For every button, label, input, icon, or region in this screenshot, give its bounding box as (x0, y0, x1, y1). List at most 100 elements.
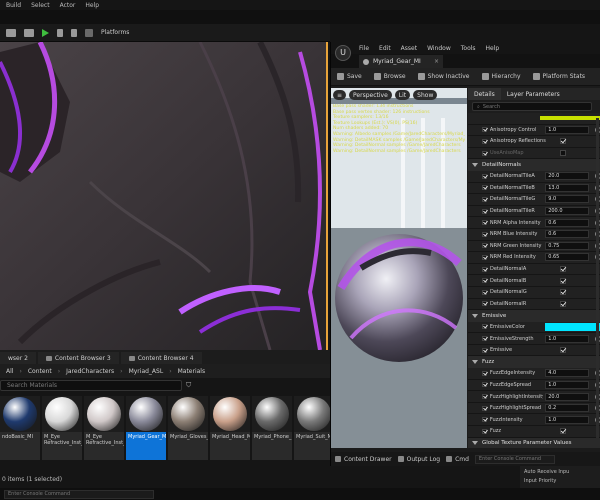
property-value-checkbox[interactable] (560, 347, 566, 354)
menu-build[interactable]: Build (6, 2, 21, 9)
preview-options-button[interactable]: ≡ (333, 90, 347, 100)
property-value-checkbox[interactable] (560, 138, 566, 145)
close-icon[interactable]: × (434, 58, 439, 65)
override-checkbox[interactable] (482, 382, 487, 388)
mat-menu-edit[interactable]: Edit (379, 45, 391, 52)
override-checkbox[interactable] (482, 428, 487, 434)
main-console-input[interactable]: Enter Console Command (4, 489, 154, 499)
property-value-checkbox[interactable] (560, 300, 566, 307)
override-checkbox[interactable] (482, 150, 487, 156)
property-value-checkbox[interactable] (560, 266, 566, 273)
property-value-input[interactable]: 200.0 (545, 207, 590, 216)
property-value-input[interactable]: 9.0 (545, 195, 590, 204)
property-value-input[interactable]: 0.2 (545, 404, 590, 413)
property-value-input[interactable]: 4.0 (545, 369, 590, 378)
override-checkbox[interactable] (482, 324, 487, 330)
property-value-input[interactable]: 20.0 (545, 392, 590, 401)
property-value-input[interactable]: 0.75 (545, 241, 590, 250)
override-checkbox[interactable] (482, 231, 487, 237)
menu-help[interactable]: Help (85, 2, 99, 9)
step-icon[interactable] (57, 28, 63, 37)
override-checkbox[interactable] (482, 289, 487, 295)
filter-icon[interactable]: ⛉ (186, 381, 191, 390)
override-checkbox[interactable] (482, 266, 487, 272)
details-search-input[interactable]: ⌕ Search (472, 102, 592, 111)
property-category[interactable]: DetailNormals (468, 159, 600, 171)
property-value-checkbox[interactable] (560, 289, 566, 296)
override-checkbox[interactable] (482, 254, 487, 260)
property-category[interactable]: Fuzz (468, 356, 600, 369)
property-value-input[interactable]: 1.0 (545, 415, 590, 424)
override-checkbox[interactable] (482, 394, 487, 400)
cmd-dropdown[interactable]: Cmd (446, 456, 469, 463)
asset-tile[interactable]: M_Eye Refractive_Inst_L (42, 396, 82, 460)
override-checkbox[interactable] (482, 347, 487, 353)
save-button[interactable]: Save (337, 73, 362, 80)
menu-select[interactable]: Select (31, 2, 50, 9)
override-checkbox[interactable] (482, 243, 487, 249)
mat-menu-help[interactable]: Help (486, 45, 500, 52)
property-value-input[interactable]: 0.65 (545, 253, 590, 262)
asset-tile[interactable]: Myriad_Head_MI (210, 396, 250, 460)
platform-stats-button[interactable]: Platform Stats (532, 73, 585, 80)
property-value-input[interactable]: 20.0 (545, 172, 590, 181)
asset-tile[interactable]: Myriad_Gear_MI (126, 396, 166, 460)
color-swatch[interactable] (544, 322, 600, 331)
transform-icon[interactable] (6, 28, 16, 37)
browse-button[interactable]: Browse (373, 73, 406, 80)
play-icon[interactable] (42, 28, 49, 37)
asset-tile[interactable]: Myriad_Phone_MI (252, 396, 292, 460)
asset-tile[interactable]: M_Eye Refractive_Inst_R (84, 396, 124, 460)
property-value-input[interactable]: 0.6 (545, 230, 590, 239)
override-checkbox[interactable] (482, 138, 487, 144)
breadcrumb-jaredcharacters[interactable]: JaredCharacters (66, 368, 114, 375)
asset-tile[interactable]: Myriad_Suit_MI (294, 396, 334, 460)
property-value-input[interactable]: 1.0 (545, 334, 590, 343)
property-value-checkbox[interactable] (560, 428, 566, 435)
mat-menu-window[interactable]: Window (427, 45, 451, 52)
options-icon[interactable] (71, 28, 77, 37)
tab-content-browser-4[interactable]: Content Browser 4 (120, 352, 202, 364)
show-inactive-button[interactable]: Show Inactive (417, 73, 470, 80)
mat-menu-tools[interactable]: Tools (461, 45, 476, 52)
override-checkbox[interactable] (482, 370, 487, 376)
perspective-button[interactable]: Perspective (349, 90, 392, 100)
override-checkbox[interactable] (482, 336, 487, 342)
override-checkbox[interactable] (482, 208, 487, 214)
mat-menu-asset[interactable]: Asset (401, 45, 417, 52)
asset-tile[interactable]: ndoBasic_MI (0, 396, 40, 460)
breadcrumb-myriad-asl[interactable]: Myriad_ASL (129, 368, 164, 375)
property-value-input[interactable]: 1.0 (545, 380, 590, 389)
platforms-button[interactable]: Platforms (101, 29, 129, 36)
mat-menu-file[interactable]: File (359, 45, 369, 52)
override-checkbox[interactable] (482, 173, 487, 179)
lit-button[interactable]: Lit (394, 90, 411, 100)
content-search-input[interactable]: Search Materials (0, 380, 182, 391)
output-log-button[interactable]: Output Log (397, 456, 440, 463)
hierarchy-button[interactable]: Hierarchy (481, 73, 521, 80)
override-checkbox[interactable] (482, 127, 487, 133)
override-checkbox[interactable] (482, 196, 487, 202)
show-button[interactable]: Show (413, 90, 438, 100)
breadcrumb-all[interactable]: All (6, 368, 13, 375)
breadcrumb-content[interactable]: Content (28, 368, 52, 375)
tab-content-browser-2[interactable]: wser 2 (0, 352, 36, 364)
property-value-input[interactable]: 13.0 (545, 183, 590, 192)
property-value-input[interactable]: 1.0 (545, 125, 590, 134)
material-preview-viewport[interactable]: ≡ Perspective Lit Show Base pass shader:… (331, 88, 467, 448)
cinematics-icon[interactable] (24, 28, 34, 37)
tab-myriad-gear-mi[interactable]: Myriad_Gear_MI × (359, 55, 443, 68)
property-value-input[interactable]: 0.6 (545, 218, 590, 227)
override-checkbox[interactable] (482, 220, 487, 226)
property-category[interactable]: Emissive (468, 310, 600, 322)
breadcrumb-materials[interactable]: Materials (178, 368, 206, 375)
property-value-checkbox[interactable] (560, 150, 566, 157)
property-category[interactable]: Global Texture Parameter Values (468, 437, 600, 448)
material-console-input[interactable]: Enter Console Command (474, 454, 555, 464)
override-checkbox[interactable] (482, 185, 487, 191)
tab-layer-parameters[interactable]: Layer Parameters (501, 88, 566, 100)
tab-content-browser-3[interactable]: Content Browser 3 (37, 352, 119, 364)
override-checkbox[interactable] (482, 405, 487, 411)
override-checkbox[interactable] (482, 417, 487, 423)
tab-details[interactable]: Details (468, 88, 501, 100)
